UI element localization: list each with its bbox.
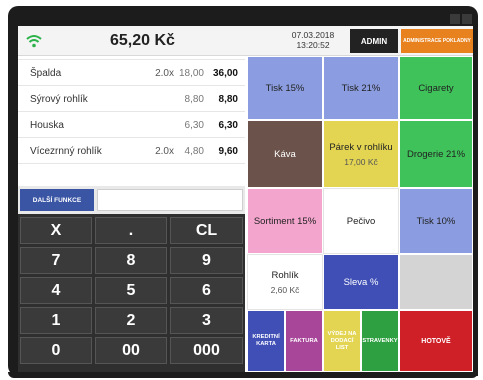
datetime: 07.03.2018 13:20:52 (280, 30, 346, 50)
tile-empty[interactable] (399, 254, 473, 310)
key-x[interactable]: X (20, 217, 92, 244)
key-3[interactable]: 3 (170, 307, 243, 334)
tile-price: 2,60 Kč (270, 284, 300, 295)
pos-screen: 65,20 Kč 07.03.2018 13:20:52 ADMIN ADMIN… (18, 26, 473, 372)
sensor-square (462, 14, 472, 24)
tile-label: HOTOVĚ (421, 337, 451, 345)
key-9[interactable]: 9 (170, 247, 243, 274)
tile-label: FAKTURA (290, 337, 318, 344)
tile-rohlik[interactable]: Rohlík 2,60 Kč (247, 254, 323, 310)
device-bezel-bottom (8, 372, 478, 378)
tile-label: STRAVENKY (362, 337, 398, 344)
delivery-note-button[interactable]: VÝDEJ NA DODACÍ LIST (323, 310, 361, 372)
camera-square (450, 14, 460, 24)
list-item[interactable]: Sýrový rohlík 8,80 8,80 (18, 86, 245, 112)
tile-label: Cigarety (418, 82, 454, 94)
status-bar: 65,20 Kč 07.03.2018 13:20:52 ADMIN ADMIN… (18, 26, 473, 56)
tile-label: Rohlík (271, 269, 299, 281)
item-price: 6,30 (184, 120, 204, 131)
item-sum: 6,30 (218, 120, 238, 131)
date-text: 07.03.2018 (291, 30, 335, 40)
invoice-button[interactable]: FAKTURA (285, 310, 323, 372)
key-00[interactable]: 00 (95, 337, 167, 364)
tile-tisk-15[interactable]: Tisk 15% (247, 56, 323, 120)
list-item[interactable]: Houska 6,30 6,30 (18, 112, 245, 138)
tile-label: KREDITNÍ KARTA (252, 334, 280, 347)
tile-kava[interactable]: Káva (247, 120, 323, 188)
key-8[interactable]: 8 (95, 247, 167, 274)
cash-payment-button[interactable]: HOTOVĚ (399, 310, 473, 372)
numeric-keypad: X . CL 7 8 9 4 5 6 1 2 3 0 00 000 (18, 214, 245, 372)
key-5[interactable]: 5 (95, 277, 167, 304)
tile-label: Párek v rohlíku (329, 141, 393, 153)
device-bezel-right (473, 20, 478, 376)
key-7[interactable]: 7 (20, 247, 92, 274)
admin-button[interactable]: ADMIN (350, 29, 398, 53)
item-qty: 2.0x (155, 146, 174, 157)
tile-label: Tisk 10% (416, 215, 456, 227)
more-functions-button[interactable]: DALŠÍ FUNKCE (20, 189, 94, 211)
item-sum: 8,80 (218, 94, 238, 105)
tile-tisk-21[interactable]: Tisk 21% (323, 56, 399, 120)
tile-pecivo[interactable]: Pečivo (323, 188, 399, 254)
list-item[interactable]: Špalda 2.0x 18,00 36,00 (18, 60, 245, 86)
tile-label: Tisk 15% (265, 82, 305, 94)
item-price: 4,80 (184, 146, 204, 157)
key-6[interactable]: 6 (170, 277, 243, 304)
tile-tisk-10[interactable]: Tisk 10% (399, 188, 473, 254)
list-item[interactable]: Vícezrnný rohlík 2.0x 4,80 9,60 (18, 138, 245, 164)
key-000[interactable]: 000 (170, 337, 243, 364)
device-bezel-left (8, 20, 18, 376)
pos-device: 65,20 Kč 07.03.2018 13:20:52 ADMIN ADMIN… (0, 0, 483, 380)
key-1[interactable]: 1 (20, 307, 92, 334)
tile-label: Sleva % (343, 276, 379, 288)
tile-parek[interactable]: Párek v rohlíku 17,00 Kč (323, 120, 399, 188)
meal-vouchers-button[interactable]: STRAVENKY (361, 310, 399, 372)
tile-price: 17,00 Kč (344, 156, 378, 167)
wifi-icon (26, 35, 42, 48)
order-items-list[interactable]: Špalda 2.0x 18,00 36,00 Sýrový rohlík 8,… (18, 56, 245, 186)
key-2[interactable]: 2 (95, 307, 167, 334)
key-decimal[interactable]: . (95, 217, 167, 244)
item-name: Vícezrnný rohlík (30, 146, 102, 157)
register-admin-button[interactable]: ADMINISTRACE POKLADNY (401, 29, 473, 53)
amount-entry-field[interactable] (97, 189, 243, 211)
tile-label: VÝDEJ NA DODACÍ LIST (327, 330, 357, 351)
tile-label: Drogerie 21% (406, 148, 466, 160)
tile-label: Sortiment 15% (253, 215, 317, 227)
item-price: 18,00 (178, 68, 204, 79)
item-name: Špalda (30, 68, 62, 79)
tile-drogerie[interactable]: Drogerie 21% (399, 120, 473, 188)
tile-sleva[interactable]: Sleva % (323, 254, 399, 310)
credit-card-button[interactable]: KREDITNÍ KARTA (247, 310, 285, 372)
tile-cigarety[interactable]: Cigarety (399, 56, 473, 120)
tile-label: Tisk 21% (341, 82, 381, 94)
tile-label: Káva (274, 148, 296, 160)
key-clear[interactable]: CL (170, 217, 243, 244)
item-price: 8,80 (184, 94, 204, 105)
item-sum: 36,00 (212, 68, 238, 79)
key-4[interactable]: 4 (20, 277, 92, 304)
function-row: DALŠÍ FUNKCE (18, 186, 245, 214)
item-name: Houska (30, 120, 64, 131)
item-name: Sýrový rohlík (30, 94, 88, 105)
item-qty: 2.0x (155, 68, 174, 79)
time-text: 13:20:52 (296, 40, 330, 50)
key-0[interactable]: 0 (20, 337, 92, 364)
tile-sortiment[interactable]: Sortiment 15% (247, 188, 323, 254)
item-sum: 9,60 (218, 146, 238, 157)
order-total: 65,20 Kč (110, 32, 175, 49)
tile-label: Pečivo (346, 215, 376, 227)
